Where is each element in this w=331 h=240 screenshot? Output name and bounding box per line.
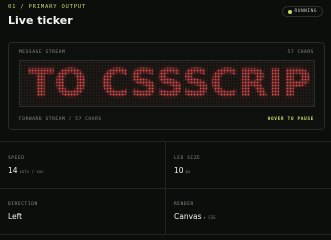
- stream-direction-info: FORWARD STREAM / 57 CHARS: [19, 117, 102, 122]
- setting-value-row: 10 px: [174, 166, 190, 175]
- setting-value-row: Left: [8, 212, 24, 221]
- setting-value-row: 14 cols / sec: [8, 166, 44, 175]
- setting-speed: SPEED 14 cols / sec: [0, 142, 165, 189]
- status-dot-icon: [287, 9, 292, 14]
- ticker-panel: MESSAGE STREAM 57 CHARS TO CSSSCRIP FORW…: [8, 42, 325, 130]
- setting-direction: DIRECTION Left: [0, 188, 165, 235]
- ticker-text: TO CSSSCRIP: [28, 61, 312, 105]
- setting-value: 10: [174, 166, 184, 175]
- setting-value: Left: [8, 212, 23, 221]
- page-title: Live ticker: [8, 14, 73, 27]
- section-kicker: 01 / PRIMARY OUTPUT: [8, 4, 87, 10]
- status-badge: RUNNING: [281, 6, 323, 17]
- char-count: 57 CHARS: [287, 50, 314, 55]
- setting-value-row: Canvas + CSS: [174, 212, 216, 221]
- setting-label: LED SIZE: [174, 156, 201, 161]
- hover-to-pause-hint: HOVER TO PAUSE: [267, 117, 314, 122]
- setting-led-size: LED SIZE 10 px: [165, 142, 331, 189]
- ticker-panel-header: MESSAGE STREAM 57 CHARS: [9, 50, 324, 55]
- stream-label: MESSAGE STREAM: [19, 50, 66, 55]
- setting-label: DIRECTION: [8, 202, 38, 207]
- setting-value: 14: [8, 166, 18, 175]
- settings-grid: SPEED 14 cols / sec LED SIZE 10 px DIRECTI…: [0, 141, 331, 235]
- setting-unit: cols / sec: [19, 169, 44, 174]
- status-label: RUNNING: [294, 9, 317, 14]
- ticker-panel-footer: FORWARD STREAM / 57 CHARS HOVER TO PAUSE: [9, 117, 324, 122]
- setting-value: Canvas: [174, 212, 202, 221]
- led-ticker-display[interactable]: TO CSSSCRIP: [19, 60, 315, 107]
- setting-unit: px: [185, 169, 191, 174]
- setting-render: RENDER Canvas + CSS: [165, 188, 331, 235]
- setting-unit: + CSS: [203, 215, 216, 220]
- setting-label: RENDER: [174, 202, 194, 207]
- setting-label: SPEED: [8, 156, 25, 161]
